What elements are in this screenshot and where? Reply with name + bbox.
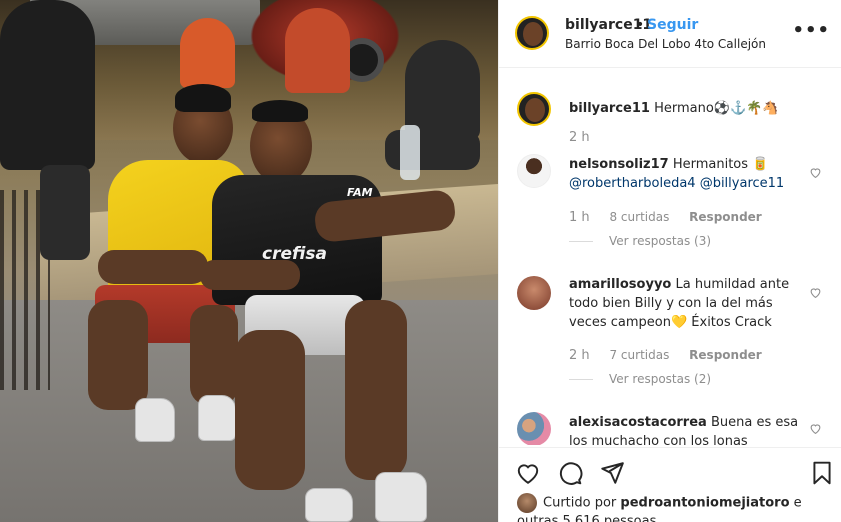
- player-left-leg-2: [190, 305, 238, 405]
- caption-text: Hermano⚽️⚓️🌴🐴: [654, 101, 779, 116]
- caption-meta: 2 h: [569, 130, 606, 145]
- caption-text-block: billyarce11 Hermano⚽️⚓️🌴🐴: [569, 99, 799, 118]
- author-avatar[interactable]: [515, 16, 549, 50]
- commenter-avatar[interactable]: [517, 276, 551, 310]
- player-left-shoe-2: [198, 395, 236, 441]
- player-right-shoe-2: [375, 472, 427, 522]
- bystander-left-legs: [40, 165, 90, 260]
- player-right-arm-2: [200, 260, 300, 290]
- caption-author-avatar[interactable]: [517, 92, 551, 126]
- view-replies-button[interactable]: Ver respostas (2): [569, 372, 711, 386]
- replies-divider: [569, 379, 593, 380]
- player-left-shoe: [135, 398, 175, 442]
- player-right-leg: [235, 330, 305, 490]
- caption-username[interactable]: billyarce11: [569, 101, 650, 116]
- player-right-shoe: [305, 488, 353, 522]
- player-right-hair: [252, 100, 308, 122]
- player-left-hair: [175, 84, 231, 112]
- bystander-red-shirt: [285, 8, 350, 93]
- comment-time: 1 h: [569, 210, 590, 225]
- post-header: billyarce11 • Seguir Barrio Boca Del Lob…: [499, 0, 841, 68]
- like-comment-heart-icon[interactable]: [809, 286, 822, 299]
- like-comment-heart-icon[interactable]: [809, 166, 822, 179]
- comment-username[interactable]: amarillosoyyo: [569, 277, 671, 292]
- player-left-arm: [98, 250, 208, 284]
- comments-list[interactable]: billyarce11 Hermano⚽️⚓️🌴🐴 2 h nelsonsoli…: [499, 68, 841, 445]
- liker-avatar[interactable]: [517, 493, 537, 513]
- comment-meta: 2 h 7 curtidas Responder: [569, 348, 778, 363]
- water-bottle: [400, 125, 420, 180]
- bystander-orange-vest: [180, 18, 235, 88]
- comment-username[interactable]: alexisacostacorrea: [569, 415, 707, 430]
- comment-bubble-icon[interactable]: [557, 460, 583, 486]
- like-heart-icon[interactable]: [515, 460, 541, 486]
- likes-prefix: Curtido por: [543, 495, 617, 511]
- comment-username[interactable]: nelsonsoliz17: [569, 157, 669, 172]
- post-side-panel: billyarce11 • Seguir Barrio Boca Del Lob…: [498, 0, 841, 522]
- post-location[interactable]: Barrio Boca Del Lobo 4to Callejón: [565, 37, 766, 51]
- comment-text: Hermanitos 🥫: [672, 157, 769, 172]
- comment-time: 2 h: [569, 348, 590, 363]
- commenter-avatar[interactable]: [517, 154, 551, 188]
- comment-text-block: amarillosoyyo La humildad ante todo bien…: [569, 275, 799, 332]
- view-replies-button[interactable]: Ver respostas (3): [569, 234, 711, 248]
- caption-time: 2 h: [569, 130, 590, 145]
- reply-button[interactable]: Responder: [689, 210, 762, 224]
- separator-dot: •: [636, 17, 645, 33]
- comment-text-block: nelsonsoliz17 Hermanitos 🥫 @robertharbol…: [569, 155, 799, 193]
- commenter-avatar[interactable]: [517, 412, 551, 445]
- view-replies-label: Ver respostas (2): [609, 372, 712, 386]
- likes-summary: Curtido por pedroantoniomejiatoro e outr…: [517, 493, 827, 522]
- view-replies-label: Ver respostas (3): [609, 234, 712, 248]
- post-photo[interactable]: crefisa FAM: [0, 0, 498, 522]
- bookmark-save-icon[interactable]: [809, 460, 835, 486]
- player-right-leg-2: [345, 300, 407, 480]
- comment-likes[interactable]: 7 curtidas: [609, 348, 669, 362]
- follow-button[interactable]: Seguir: [647, 17, 698, 33]
- post-actions-bar: [499, 447, 841, 497]
- like-comment-heart-icon[interactable]: [809, 422, 822, 435]
- bystander-left: [0, 0, 95, 170]
- liker-username[interactable]: pedroantoniomejiatoro: [620, 496, 789, 511]
- more-options-icon[interactable]: •••: [792, 20, 830, 41]
- reply-button[interactable]: Responder: [689, 348, 762, 362]
- player-left-leg: [88, 300, 148, 410]
- replies-divider: [569, 241, 593, 242]
- comment-mentions[interactable]: @robertharboleda4 @billyarce11: [569, 176, 784, 191]
- comment-meta: 1 h 8 curtidas Responder: [569, 210, 778, 225]
- comment-text-block: alexisacostacorrea Buena es esa los much…: [569, 413, 799, 445]
- comment-likes[interactable]: 8 curtidas: [609, 210, 669, 224]
- share-send-icon[interactable]: [599, 460, 625, 486]
